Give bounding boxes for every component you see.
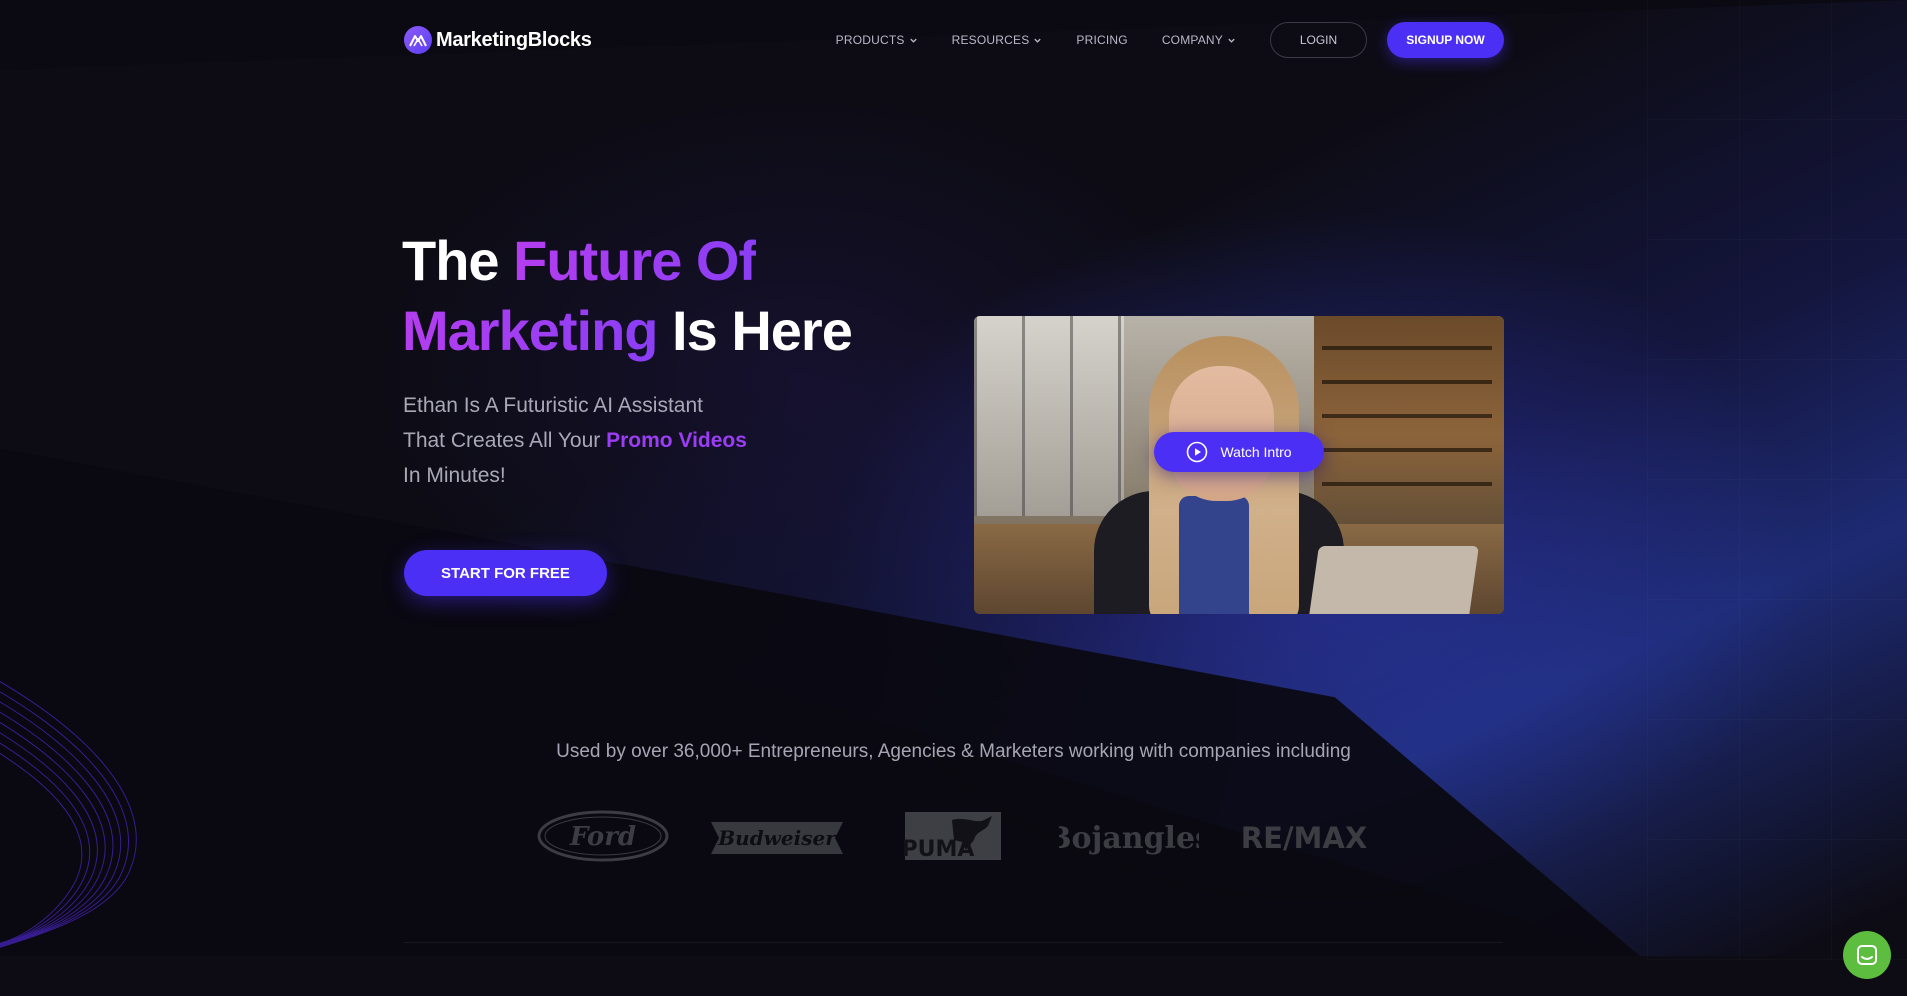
signup-button[interactable]: SIGNUP NOW	[1387, 22, 1504, 58]
chevron-down-icon	[1034, 38, 1042, 43]
puma-logo: PUMA	[904, 808, 1002, 864]
watch-intro-label: Watch Intro	[1220, 444, 1292, 460]
nav-item-label: PRODUCTS	[835, 33, 905, 47]
decorative-wave-lines	[0, 681, 137, 948]
chat-launcher-button[interactable]	[1843, 931, 1891, 979]
nav-item-pricing[interactable]: PRICING	[1076, 33, 1127, 47]
nav-item-label: PRICING	[1076, 33, 1128, 47]
chevron-down-icon	[909, 38, 917, 43]
brand-name: MarketingBlocks	[436, 28, 592, 51]
bojangles-logo: Bojangles	[1059, 808, 1199, 864]
nav-item-label: RESOURCES	[951, 33, 1030, 47]
nav-item-company[interactable]: COMPANY	[1162, 33, 1236, 47]
hero-subtitle-line: That Creates All Your Promo Videos	[403, 423, 863, 458]
bojangles-logo-text: Bojangles	[1059, 821, 1199, 856]
top-navbar: MarketingBlocks PRODUCTS RESOURCES PRICI…	[404, 20, 1504, 60]
client-logos: Ford Budweiser PUMA Bojangles RE/MAX	[537, 808, 1372, 864]
mountain-logo-icon	[404, 26, 432, 54]
puma-logo-text: PUMA	[904, 837, 974, 862]
chevron-down-icon	[1228, 38, 1235, 43]
budweiser-logo-text: Budweiser	[717, 826, 837, 850]
hero-title-highlight: Marketing	[402, 299, 658, 362]
hero-subtitle-text: That Creates All Your	[403, 429, 607, 452]
start-for-free-button[interactable]: START FOR FREE	[404, 550, 607, 596]
watch-intro-button[interactable]: Watch Intro	[1154, 432, 1324, 472]
brand[interactable]: MarketingBlocks	[404, 26, 592, 54]
nav-item-label: COMPANY	[1161, 33, 1223, 47]
budweiser-logo: Budweiser	[709, 808, 845, 864]
hero-subtitle-line: In Minutes!	[403, 464, 506, 487]
hero-title-part: The	[402, 229, 514, 292]
hero-title: The Future Of Marketing Is Here	[402, 226, 962, 366]
play-circle-icon	[1187, 441, 1208, 463]
decorative-screens-collage	[1647, 0, 1907, 960]
login-button[interactable]: LOGIN	[1270, 22, 1367, 58]
hero-subtitle: Ethan Is A Futuristic AI Assistant That …	[403, 388, 863, 493]
hero-subtitle-line: Ethan Is A Futuristic AI Assistant	[403, 394, 703, 417]
remax-logo: RE/MAX	[1234, 808, 1374, 864]
nav-links: PRODUCTS RESOURCES PRICING COMPANY	[836, 33, 1236, 47]
intro-video-thumbnail[interactable]: Watch Intro	[974, 316, 1504, 614]
nav-item-products[interactable]: PRODUCTS	[836, 33, 918, 47]
ford-logo-text: Ford	[569, 822, 636, 852]
hero-subtitle-highlight: Promo Videos	[606, 429, 747, 452]
hero-title-highlight: Future Of	[513, 229, 757, 292]
ford-logo: Ford	[537, 808, 670, 864]
chat-icon	[1857, 945, 1877, 965]
hero-title-part: Is Here	[657, 299, 853, 362]
social-proof-text: Used by over 36,000+ Entrepreneurs, Agen…	[556, 741, 1351, 762]
remax-logo-text: RE/MAX	[1241, 821, 1367, 855]
nav-item-resources[interactable]: RESOURCES	[952, 33, 1043, 47]
